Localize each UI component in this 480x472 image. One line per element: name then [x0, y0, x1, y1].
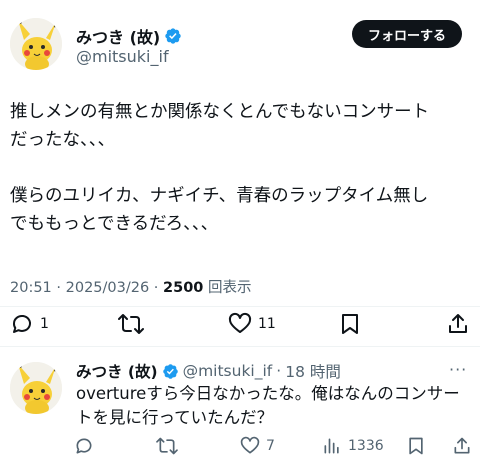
share-icon — [454, 437, 470, 454]
analytics-icon — [324, 438, 339, 454]
bookmark-icon — [342, 314, 358, 334]
reply-author-handle[interactable]: @mitsuki_if — [183, 362, 273, 380]
reply-like-button[interactable]: 7 — [240, 436, 275, 456]
bookmark-button[interactable] — [338, 312, 368, 336]
tweet-text-line: 僕らのユリイカ、ナギイチ、青春のラップタイム無し — [10, 186, 429, 206]
author-display-name[interactable]: みつき (故) — [76, 24, 160, 48]
tweet-meta: 20:51 · 2025/03/26 · 2500 回表示 — [10, 276, 251, 297]
reply-header: みつき (故) @mitsuki_if · 18 時間 — [76, 360, 341, 382]
reply-author-name[interactable]: みつき (故) — [76, 360, 158, 382]
pikachu-avatar-icon — [10, 362, 62, 414]
reply-share-button[interactable] — [452, 436, 472, 456]
reply-text: overtureすら今日なかったな。俺はなんのコンサー トを見に行っていたんだ？ — [76, 382, 466, 430]
reply-like-count: 7 — [266, 438, 275, 454]
retweet-icon — [156, 437, 178, 455]
pikachu-avatar-icon — [10, 18, 62, 70]
reply-bookmark-button[interactable] — [406, 436, 426, 456]
tweet-views-label: 回表示 — [203, 280, 252, 296]
reply-text-line: overtureすら今日なかったな。俺はなんのコンサー — [76, 384, 460, 403]
author-name-row[interactable]: みつき (故) — [76, 24, 182, 48]
reply-author-avatar[interactable] — [10, 362, 62, 414]
reply-icon — [12, 315, 31, 333]
tweet-views-count: 2500 — [163, 280, 204, 296]
reply-count: 1 — [40, 316, 49, 332]
tweet-timestamp[interactable]: 20:51 · 2025/03/26 · — [10, 280, 163, 296]
reply-button[interactable]: 1 — [10, 312, 49, 336]
more-options-icon[interactable]: ··· — [449, 360, 467, 379]
reply-views-button[interactable]: 1336 — [322, 436, 384, 456]
like-button[interactable]: 11 — [228, 312, 276, 336]
reply-reply-button[interactable] — [74, 436, 100, 456]
like-count: 11 — [258, 316, 276, 332]
reply-icon — [76, 438, 92, 454]
reply-time[interactable]: 18 時間 — [285, 360, 341, 382]
reply-retweet-button[interactable] — [156, 436, 184, 456]
author-handle[interactable]: @mitsuki_if — [76, 47, 169, 66]
divider — [0, 346, 480, 347]
tweet-text-line: でももっとできるだろ、、、 — [10, 214, 219, 234]
retweet-icon — [118, 314, 144, 334]
heart-icon — [228, 312, 252, 333]
verified-badge-icon — [162, 363, 178, 379]
author-avatar[interactable] — [10, 18, 62, 70]
tweet-text-line: だったな、、、 — [10, 130, 115, 150]
reply-separator: · — [276, 362, 282, 380]
verified-badge-icon — [165, 28, 181, 44]
retweet-button[interactable] — [118, 312, 150, 336]
divider — [0, 306, 480, 307]
tweet-text: 推しメンの有無とか関係なくとんでもないコンサート だったな、、、 僕らのユリイカ… — [10, 98, 472, 238]
reply-text-line: トを見に行っていたんだ？ — [76, 408, 274, 427]
bookmark-icon — [409, 437, 423, 455]
follow-button[interactable]: フォローする — [352, 20, 462, 48]
reply-views-count: 1336 — [348, 438, 384, 454]
tweet-text-line: 推しメンの有無とか関係なくとんでもないコンサート — [10, 102, 430, 122]
heart-icon — [240, 436, 260, 454]
share-icon — [449, 314, 467, 333]
share-button[interactable] — [446, 312, 476, 336]
tweet-text-line — [10, 154, 472, 182]
